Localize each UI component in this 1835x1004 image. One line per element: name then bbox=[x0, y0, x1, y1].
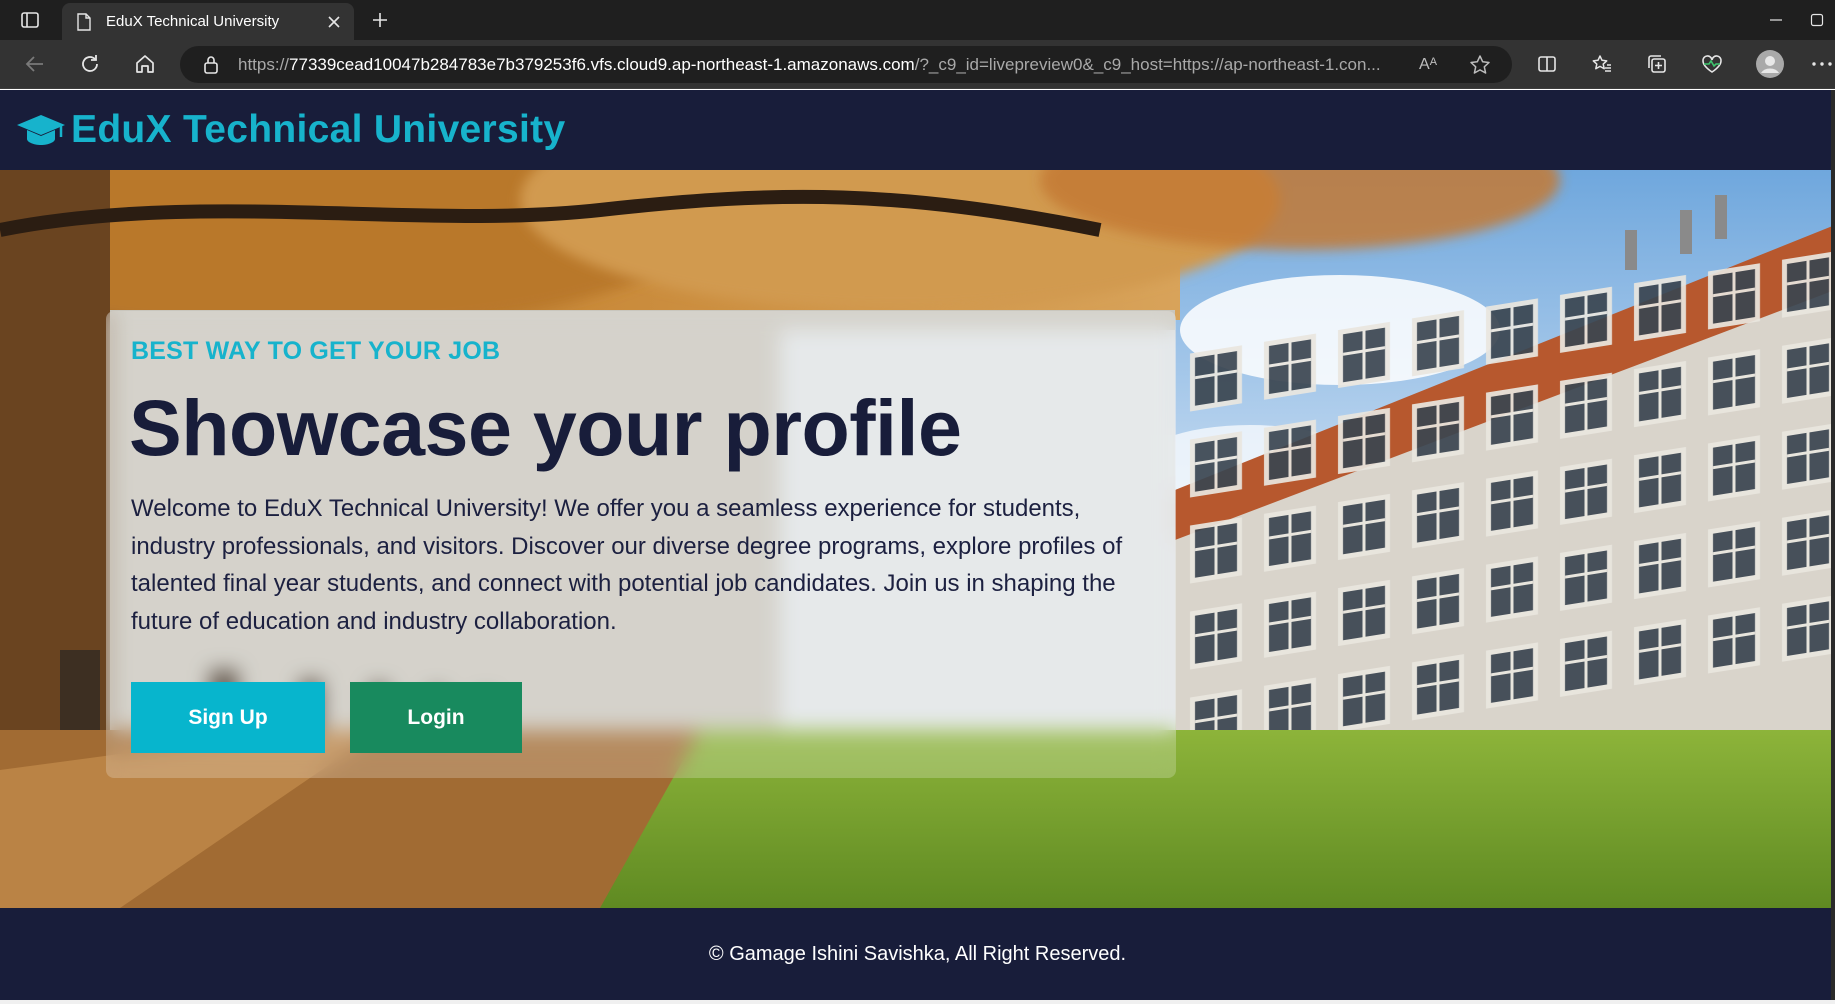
browser-tab-bar: EduX Technical University bbox=[0, 0, 1835, 40]
site-header: EduX Technical University bbox=[0, 90, 1835, 170]
maximize-icon[interactable] bbox=[1810, 6, 1835, 34]
url-text[interactable]: https://77339cead10047b284783e7b379253f6… bbox=[238, 55, 1418, 75]
minimize-icon[interactable] bbox=[1756, 6, 1796, 34]
lock-icon[interactable] bbox=[202, 55, 220, 75]
hero-section: BEST WAY TO GET YOUR JOB Showcase your p… bbox=[0, 170, 1835, 908]
profile-icon[interactable] bbox=[1753, 48, 1787, 80]
collections-icon[interactable] bbox=[1640, 48, 1674, 80]
site-brand[interactable]: EduX Technical University bbox=[71, 108, 565, 152]
browser-tab[interactable]: EduX Technical University bbox=[62, 3, 354, 40]
footer-copyright: © Gamage Ishini Savishka, All Right Rese… bbox=[708, 942, 1127, 965]
page-bottom-edge bbox=[0, 1000, 1835, 1004]
back-icon[interactable] bbox=[18, 48, 52, 80]
url-host: 77339cead10047b284783e7b379253f6.vfs.clo… bbox=[289, 54, 915, 74]
address-bar[interactable]: https://77339cead10047b284783e7b379253f6… bbox=[180, 46, 1512, 83]
hero-title: Showcase your profile bbox=[129, 383, 962, 472]
hero-eyebrow: BEST WAY TO GET YOUR JOB bbox=[131, 337, 501, 365]
split-screen-icon[interactable] bbox=[1530, 48, 1564, 80]
signup-button[interactable]: Sign Up bbox=[131, 682, 325, 753]
browser-toolbar: https://77339cead10047b284783e7b379253f6… bbox=[0, 40, 1835, 89]
window-right-edge bbox=[1831, 90, 1835, 1000]
favorite-star-icon[interactable] bbox=[1468, 53, 1492, 77]
url-rest: /?_c9_id=livepreview0&_c9_host=https://a… bbox=[914, 54, 1381, 74]
read-aloud-icon[interactable]: Aᴬ bbox=[1416, 53, 1440, 77]
graduation-cap-icon bbox=[15, 112, 67, 148]
tab-actions-icon[interactable] bbox=[14, 8, 46, 32]
site-footer: © Gamage Ishini Savishka, All Right Rese… bbox=[0, 908, 1835, 1000]
plus-icon[interactable] bbox=[366, 8, 394, 32]
home-icon[interactable] bbox=[128, 48, 162, 80]
document-icon bbox=[74, 12, 94, 32]
tab-title: EduX Technical University bbox=[106, 13, 280, 30]
more-icon[interactable] bbox=[1808, 48, 1835, 80]
login-button[interactable]: Login bbox=[350, 682, 522, 753]
performance-icon[interactable] bbox=[1695, 48, 1729, 80]
close-icon[interactable] bbox=[324, 12, 344, 32]
hero-description: Welcome to EduX Technical University! We… bbox=[131, 495, 1123, 635]
refresh-icon[interactable] bbox=[73, 48, 107, 80]
url-prefix: https:// bbox=[238, 54, 290, 74]
favorites-icon[interactable] bbox=[1585, 48, 1619, 80]
